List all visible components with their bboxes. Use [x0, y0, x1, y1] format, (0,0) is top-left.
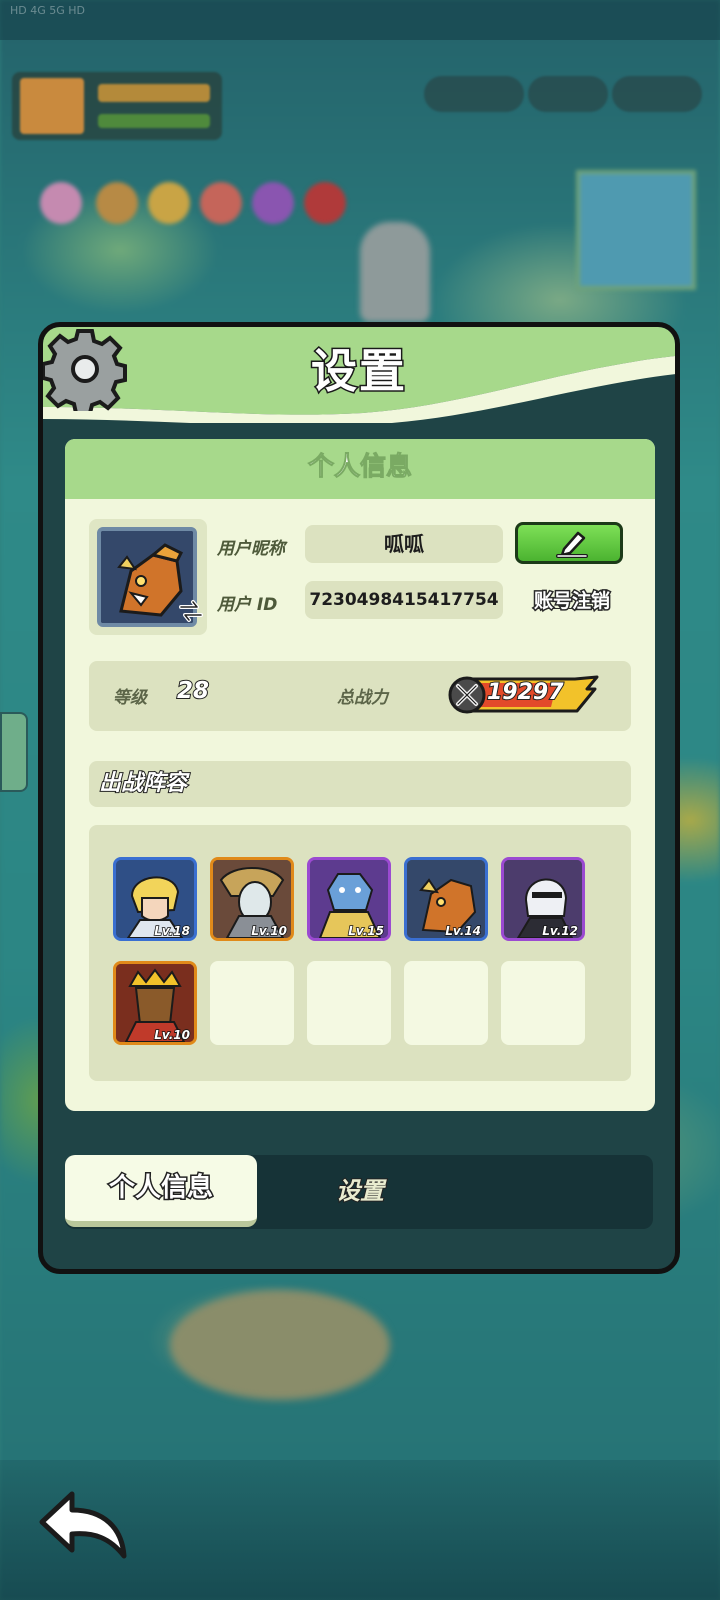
- hero-level: Lv.15: [348, 923, 385, 938]
- hero-level: Lv.18: [154, 923, 191, 938]
- edit-nickname-button[interactable]: [515, 522, 623, 564]
- hero-slot[interactable]: Lv.14: [404, 857, 488, 941]
- empty-hero-slot[interactable]: [501, 961, 585, 1045]
- hero-slot[interactable]: Lv.12: [501, 857, 585, 941]
- tab-settings[interactable]: 设置: [295, 1155, 425, 1227]
- power-value: 19297: [486, 679, 565, 706]
- empty-hero-slot[interactable]: [210, 961, 294, 1045]
- hero-slot[interactable]: Lv.15: [307, 857, 391, 941]
- status-bar-text: HD 4G 5G HD: [10, 4, 86, 17]
- background-hero-icon: [252, 182, 294, 224]
- lineup-grid: Lv.18 Lv.10 Lv.15 Lv.14 Lv.12 Lv.10: [89, 825, 631, 1081]
- panel-title: 设置: [310, 343, 407, 400]
- level-label: 等级: [113, 688, 147, 708]
- background-hero-icon: [304, 182, 346, 224]
- background-rock: [360, 222, 430, 322]
- player-stats-row: 等级 28 总战力 19297: [89, 661, 631, 731]
- empty-hero-slot[interactable]: [307, 961, 391, 1045]
- nickname-field: 呱呱: [305, 525, 503, 563]
- power-badge: 19297: [447, 675, 603, 715]
- hero-level: Lv.10: [251, 923, 288, 938]
- lineup-title: 出战阵容: [89, 761, 631, 807]
- back-arrow-icon[interactable]: [36, 1488, 132, 1562]
- tab-personal-info[interactable]: 个人信息: [65, 1155, 257, 1227]
- power-label: 总战力: [337, 688, 388, 708]
- cancel-account-link[interactable]: 账号注销: [517, 585, 627, 617]
- status-bar: HD 4G 5G HD: [0, 0, 720, 40]
- hero-level: Lv.14: [445, 923, 482, 938]
- background-island: [170, 1290, 390, 1400]
- hero-slot[interactable]: Lv.10: [113, 961, 197, 1045]
- hero-level: Lv.10: [154, 1027, 191, 1042]
- background-hero-icon: [40, 182, 82, 224]
- settings-panel: 设置 个人信息 用户昵称 呱呱 用户 ID 7230498415417754 账…: [38, 322, 680, 1274]
- background-hero-icon: [200, 182, 242, 224]
- background-side-button: [0, 712, 28, 792]
- user-id-label: 用户 ID: [217, 595, 278, 615]
- background-currency-counter: [612, 76, 702, 112]
- background-hero-icon: [148, 182, 190, 224]
- level-value: 28: [176, 677, 210, 705]
- background-hero-icon: [96, 182, 138, 224]
- background-player-card: [12, 72, 222, 140]
- hero-slot[interactable]: Lv.18: [113, 857, 197, 941]
- nickname-label: 用户昵称: [217, 539, 285, 559]
- hero-slot[interactable]: Lv.10: [210, 857, 294, 941]
- pencil-icon: [556, 531, 588, 558]
- section-title: 个人信息: [65, 439, 655, 499]
- user-id-field: 7230498415417754: [305, 581, 503, 619]
- background-coin-counter: [528, 76, 608, 112]
- background-gem-counter: [424, 76, 524, 112]
- empty-hero-slot[interactable]: [404, 961, 488, 1045]
- avatar-box[interactable]: [89, 519, 207, 635]
- hero-level: Lv.12: [542, 923, 579, 938]
- tab-bar: 个人信息 设置: [65, 1155, 653, 1229]
- background-minimap: [576, 170, 696, 290]
- personal-info-content: 个人信息 用户昵称 呱呱 用户 ID 7230498415417754 账号注销…: [65, 439, 655, 1111]
- swap-icon[interactable]: [177, 597, 205, 625]
- panel-header: 设置: [43, 327, 675, 423]
